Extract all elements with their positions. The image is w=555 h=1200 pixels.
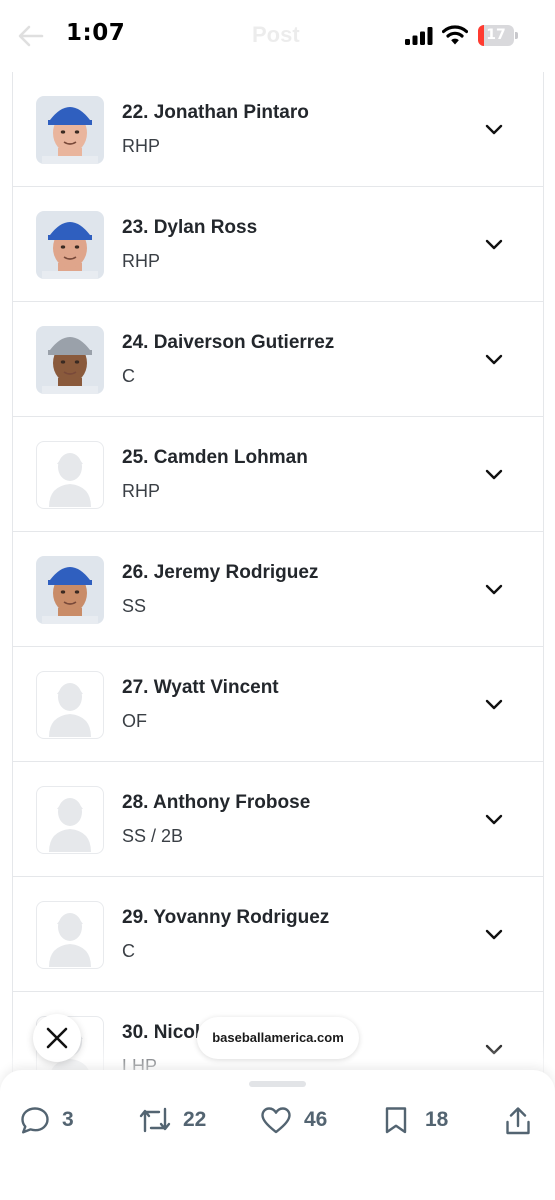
wifi-icon bbox=[442, 25, 468, 45]
player-avatar bbox=[36, 96, 104, 164]
share-button[interactable] bbox=[504, 1104, 534, 1136]
player-row[interactable]: 28. Anthony Frobose SS / 2B bbox=[13, 762, 543, 877]
player-placeholder-icon bbox=[49, 798, 91, 852]
chevron-down-icon[interactable] bbox=[485, 814, 503, 825]
player-name: 23. Dylan Ross bbox=[122, 217, 258, 238]
chevron-down-icon[interactable] bbox=[485, 124, 503, 135]
link-domain[interactable]: baseballamerica.com bbox=[197, 1017, 359, 1059]
status-bar: 1:07 Post 17 bbox=[0, 0, 555, 72]
bookmark-count: 18 bbox=[425, 1108, 449, 1131]
action-bar: 3 22 46 18 bbox=[0, 1070, 555, 1200]
like-count: 46 bbox=[304, 1108, 328, 1131]
like-button[interactable]: 46 bbox=[260, 1104, 336, 1136]
reply-button[interactable]: 3 bbox=[20, 1104, 80, 1136]
player-row[interactable]: 29. Yovanny Rodriguez C bbox=[13, 877, 543, 992]
player-placeholder-icon bbox=[49, 453, 91, 507]
signal-icon bbox=[405, 27, 433, 45]
player-name: 25. Camden Lohman bbox=[122, 447, 308, 468]
chevron-down-icon[interactable] bbox=[485, 584, 503, 595]
chevron-down-icon[interactable] bbox=[485, 239, 503, 250]
reply-icon bbox=[21, 1107, 49, 1134]
status-time: 1:07 bbox=[66, 20, 126, 46]
sheet-grabber[interactable] bbox=[249, 1081, 306, 1087]
bookmark-button[interactable]: 18 bbox=[383, 1104, 455, 1136]
player-name: 24. Daiverson Gutierrez bbox=[122, 332, 335, 353]
player-row[interactable]: 27. Wyatt Vincent OF bbox=[13, 647, 543, 762]
player-position: RHP bbox=[122, 481, 161, 501]
player-position: C bbox=[122, 941, 135, 961]
header-title: Post bbox=[252, 22, 300, 47]
player-position: C bbox=[122, 366, 135, 386]
share-icon bbox=[506, 1107, 530, 1135]
player-avatar bbox=[36, 556, 104, 624]
player-name: 28. Anthony Frobose bbox=[122, 792, 311, 813]
player-name: 26. Jeremy Rodriguez bbox=[122, 562, 319, 583]
back-arrow-icon[interactable] bbox=[18, 24, 44, 48]
prospect-list: 22. Jonathan Pintaro RHP 23. Dylan Ross RHP… bbox=[12, 72, 544, 1112]
battery-icon: 17 bbox=[478, 25, 514, 46]
player-position: SS / 2B bbox=[122, 826, 184, 846]
player-position: RHP bbox=[122, 136, 161, 156]
player-photo-icon bbox=[36, 326, 104, 394]
battery-tip bbox=[515, 32, 518, 39]
chevron-down-icon[interactable] bbox=[485, 699, 503, 710]
player-name: 29. Yovanny Rodriguez bbox=[122, 907, 330, 928]
player-avatar bbox=[36, 671, 104, 739]
repost-count: 22 bbox=[183, 1108, 207, 1131]
repost-button[interactable]: 22 bbox=[138, 1104, 214, 1136]
player-avatar bbox=[36, 326, 104, 394]
repost-icon bbox=[139, 1107, 171, 1133]
player-row[interactable]: 24. Daiverson Gutierrez C bbox=[13, 302, 543, 417]
player-row[interactable]: 26. Jeremy Rodriguez SS bbox=[13, 532, 543, 647]
chevron-down-icon[interactable] bbox=[485, 354, 503, 365]
player-position: RHP bbox=[122, 251, 161, 271]
bookmark-icon bbox=[385, 1107, 407, 1134]
player-name: 22. Jonathan Pintaro bbox=[122, 102, 309, 123]
chevron-down-icon[interactable] bbox=[485, 469, 503, 480]
battery-level: 17 bbox=[486, 27, 506, 43]
player-row[interactable]: 23. Dylan Ross RHP bbox=[13, 187, 543, 302]
chevron-down-icon[interactable] bbox=[485, 929, 503, 940]
reply-count: 3 bbox=[62, 1108, 74, 1131]
player-position: OF bbox=[122, 711, 147, 731]
player-photo-icon bbox=[36, 211, 104, 279]
player-position: SS bbox=[122, 596, 147, 616]
close-icon bbox=[46, 1027, 68, 1049]
player-name: 27. Wyatt Vincent bbox=[122, 677, 279, 698]
player-row[interactable]: 25. Camden Lohman RHP bbox=[13, 417, 543, 532]
player-placeholder-icon bbox=[49, 913, 91, 967]
close-button[interactable] bbox=[33, 1014, 81, 1062]
player-placeholder-icon bbox=[49, 683, 91, 737]
like-icon bbox=[261, 1107, 291, 1134]
player-avatar bbox=[36, 901, 104, 969]
player-avatar bbox=[36, 441, 104, 509]
player-photo-icon bbox=[36, 556, 104, 624]
player-row[interactable]: 22. Jonathan Pintaro RHP bbox=[13, 72, 543, 187]
player-photo-icon bbox=[36, 96, 104, 164]
player-avatar bbox=[36, 786, 104, 854]
player-avatar bbox=[36, 211, 104, 279]
